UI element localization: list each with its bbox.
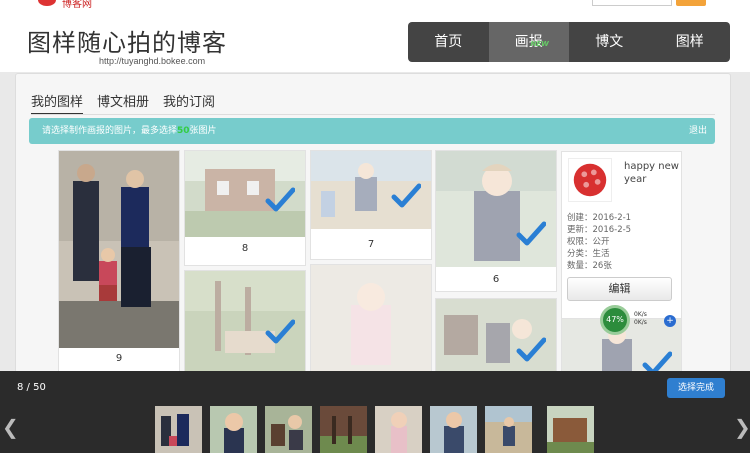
nav-pictorial[interactable]: 画报 NEW: [488, 22, 569, 62]
selection-notice: 请选择制作画报的图片，最多选择50张图片 退出: [29, 118, 715, 144]
checkmark-icon: [516, 221, 546, 246]
photo-card[interactable]: [184, 270, 306, 374]
selection-counter: 8 / 50: [17, 382, 46, 393]
selected-thumbnail[interactable]: [375, 406, 422, 453]
selected-thumbnail[interactable]: [320, 406, 367, 453]
selected-thumbnail[interactable]: [430, 406, 477, 453]
album-cover-thumbnail[interactable]: [568, 158, 612, 202]
photo-card-6[interactable]: 6: [435, 150, 557, 292]
album-category: 分类：生活: [567, 249, 610, 259]
photo-card[interactable]: [435, 298, 557, 374]
speed-percent: 47%: [600, 305, 630, 335]
main-nav: 首页 画报 NEW 博文 图样: [408, 22, 730, 62]
bokee-logo-icon[interactable]: [38, 0, 56, 6]
tab-post-albums[interactable]: 博文相册: [97, 91, 149, 115]
selected-thumbnail[interactable]: [547, 406, 594, 453]
checkmark-icon: [516, 337, 546, 362]
nav-home[interactable]: 首页: [408, 22, 489, 62]
exit-link[interactable]: 退出: [689, 118, 707, 144]
nav-posts[interactable]: 博文: [569, 22, 650, 62]
notice-max: 50: [177, 126, 190, 136]
tab-subscriptions[interactable]: 我的订阅: [163, 91, 215, 115]
plus-icon[interactable]: +: [664, 315, 676, 327]
blog-url[interactable]: http://tuyanghd.bokee.com: [99, 56, 205, 66]
photo-card-7[interactable]: 7: [310, 150, 432, 260]
upload-rate: 0K/s: [634, 311, 647, 318]
checkmark-icon: [265, 319, 295, 344]
selected-overlay: [436, 151, 556, 267]
album-created: 创建：2016-2-1: [567, 213, 632, 223]
selected-overlay: [311, 265, 431, 373]
notice-prefix: 请选择制作画报的图片，最多选择: [42, 126, 178, 136]
photo-number: 7: [367, 239, 375, 250]
blog-header: 图样随心拍的博客 http://tuyanghd.bokee.com 首页 画报…: [0, 8, 750, 72]
photo-number: 6: [492, 274, 500, 285]
nav-tuyang[interactable]: 图样: [650, 22, 731, 62]
album-permission: 权限：公开: [567, 237, 610, 247]
photo-card[interactable]: [310, 264, 432, 374]
source-tabs: 我的图样 博文相册 我的订阅: [31, 91, 229, 115]
photo-card-9[interactable]: 9: [58, 150, 180, 372]
photo-card-8[interactable]: 8: [184, 150, 306, 266]
album-updated: 更新：2016-2-5: [567, 225, 632, 235]
bokee-logo-text[interactable]: 博客网: [62, 0, 92, 8]
notice-suffix: 张图片: [189, 126, 217, 136]
selected-thumbnail[interactable]: [155, 406, 202, 453]
new-badge: NEW: [530, 40, 549, 48]
album-meta: 创建：2016-2-1 更新：2016-2-5 权限：公开 分类：生活 数量：2…: [567, 212, 631, 272]
download-rate: 0K/s: [634, 319, 647, 326]
checkmark-icon: [265, 187, 295, 212]
selected-thumbnail[interactable]: [210, 406, 257, 453]
selection-bar: 8 / 50 选择完成 ❮ ❯: [0, 371, 750, 453]
selected-thumbnail[interactable]: [265, 406, 312, 453]
chevron-right-icon[interactable]: ❯: [734, 415, 750, 439]
photo-thumbnail: [59, 151, 179, 348]
tabs-divider: [31, 114, 715, 115]
finish-selection-button[interactable]: 选择完成: [667, 378, 725, 398]
selected-thumbnail[interactable]: [485, 406, 532, 453]
album-count: 数量：26张: [567, 261, 612, 271]
edit-album-button[interactable]: 编辑: [567, 277, 672, 301]
top-strip: 博客网: [0, 0, 750, 8]
album-name: happy new year: [624, 161, 679, 185]
photo-number: 9: [115, 353, 123, 364]
blog-title[interactable]: 图样随心拍的博客: [27, 23, 227, 58]
top-search-input[interactable]: [592, 0, 672, 6]
network-speed-widget[interactable]: 47% 0K/s 0K/s +: [600, 305, 680, 335]
chevron-left-icon[interactable]: ❮: [2, 415, 19, 439]
checkmark-icon: [391, 183, 421, 208]
speed-rates: 0K/s 0K/s: [634, 311, 647, 327]
photo-number: 8: [241, 243, 249, 254]
top-search-button[interactable]: [676, 0, 706, 6]
tab-my-photos[interactable]: 我的图样: [31, 91, 84, 115]
